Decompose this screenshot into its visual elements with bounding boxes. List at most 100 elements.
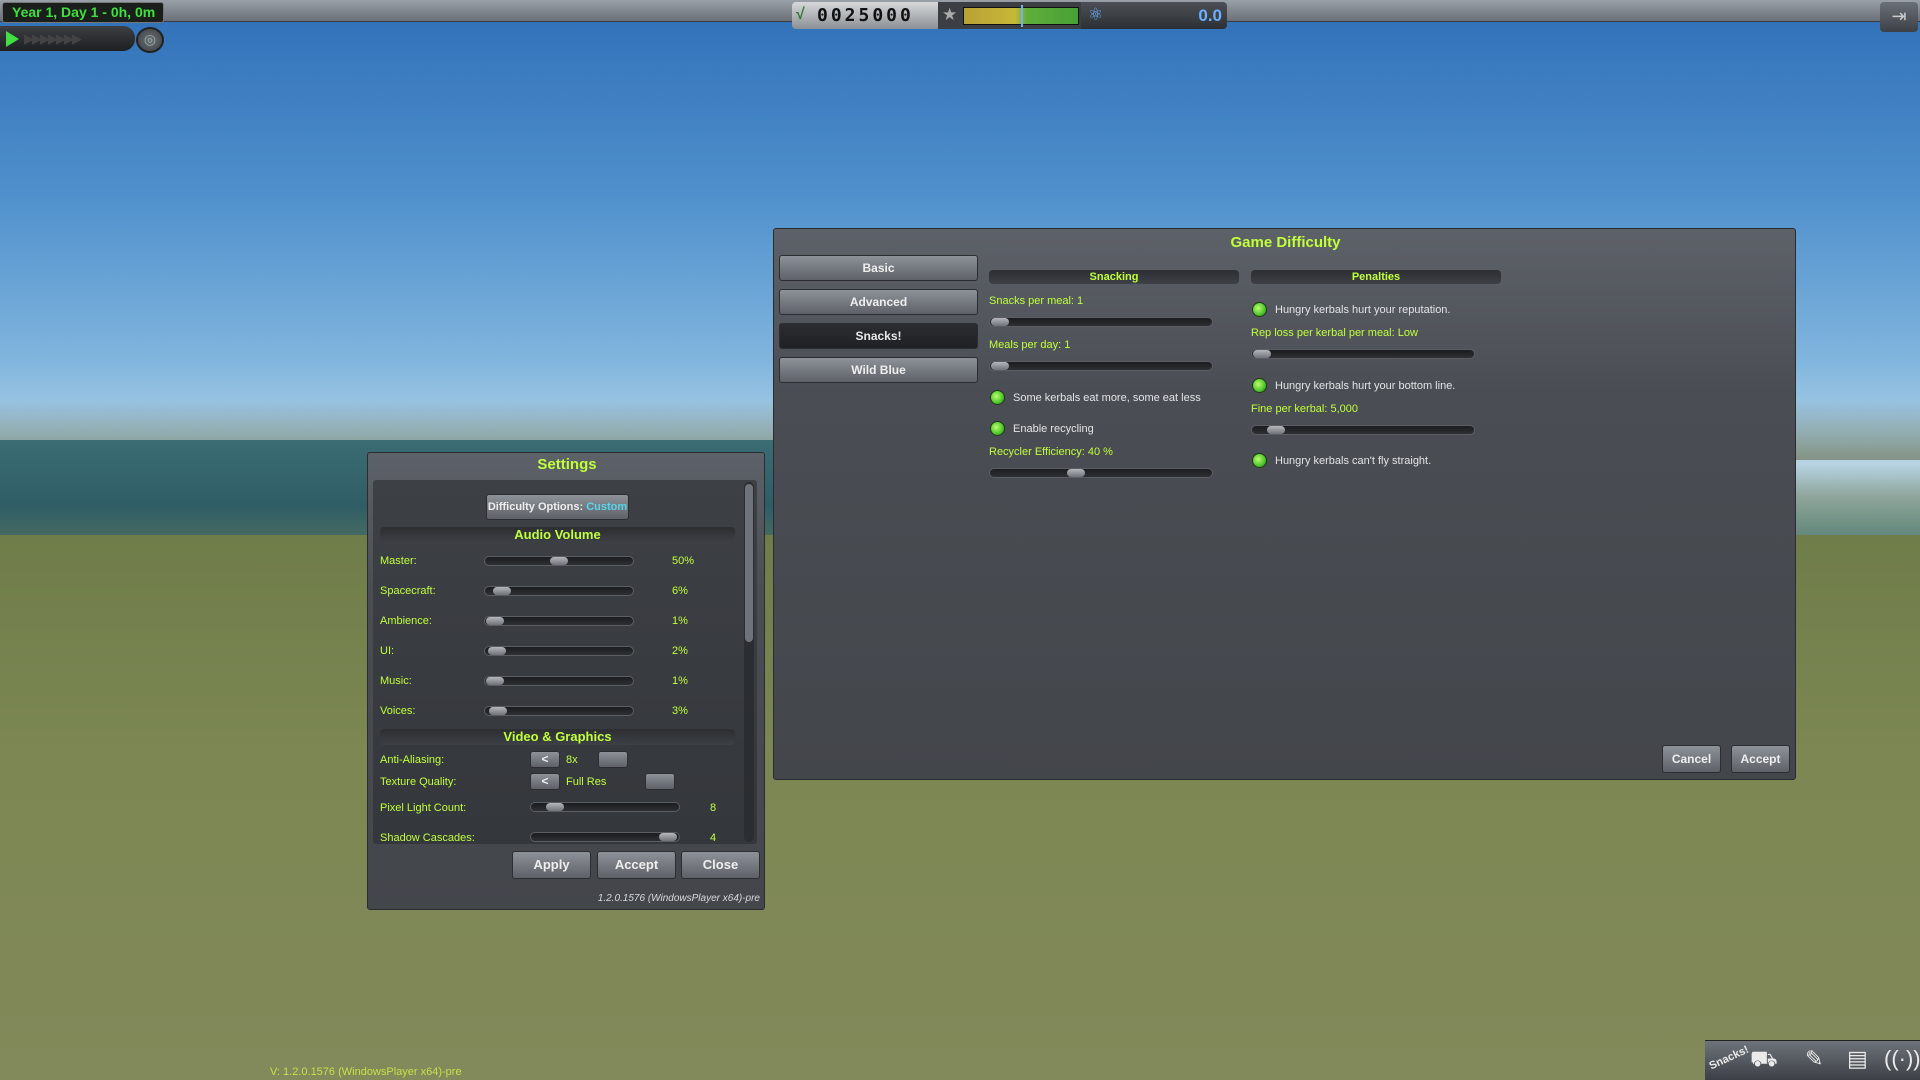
science-icon: ⚛ <box>1088 5 1104 24</box>
penalties-header: Penalties <box>1251 270 1501 284</box>
pixel-light-count-value: 8 <box>710 802 717 814</box>
slider-thumb[interactable] <box>550 557 568 565</box>
slider-thumb[interactable] <box>546 803 564 811</box>
settings-scrollbar[interactable] <box>744 482 754 842</box>
pixel-light-count-slider[interactable] <box>530 802 680 812</box>
eat-more-toggle[interactable] <box>990 390 1005 405</box>
anti-aliasing-label: Anti-Aliasing: <box>380 754 445 766</box>
settings-accept-button[interactable]: Accept <box>597 851 676 879</box>
apply-button[interactable]: Apply <box>512 851 591 879</box>
version-text: V: 1.2.0.1576 (WindowsPlayer x64)-pre <box>270 1066 462 1078</box>
warp-knob-icon[interactable]: ◎ <box>136 27 164 53</box>
tab-wild-blue[interactable]: Wild Blue <box>779 357 978 383</box>
clipboard-icon[interactable]: ▤ <box>1847 1046 1868 1072</box>
date-display: Year 1, Day 1 - 0h, 0m <box>2 2 164 23</box>
antenna-icon[interactable]: ((·)) <box>1884 1046 1920 1072</box>
audio-label: Spacecraft: <box>380 585 436 597</box>
hurt-reputation-label: Hungry kerbals hurt your reputation. <box>1275 304 1451 316</box>
fine-per-kerbal-label: Fine per kerbal: 5,000 <box>1251 403 1359 415</box>
texture-quality-label: Texture Quality: <box>380 776 457 788</box>
build-version: 1.2.0.1576 (WindowsPlayer x64)-pre <box>597 893 760 904</box>
game-difficulty-title: Game Difficulty <box>1230 234 1341 251</box>
close-button[interactable]: Close <box>681 851 760 879</box>
audio-value: 3% <box>672 705 688 717</box>
scrollbar-thumb[interactable] <box>745 484 753 642</box>
recycler-efficiency-slider[interactable] <box>989 468 1213 478</box>
eat-more-label: Some kerbals eat more, some eat less <box>1013 392 1201 404</box>
rep-loss-slider[interactable] <box>1251 349 1475 359</box>
texture-quality-prev-button[interactable]: < <box>530 773 560 790</box>
texture-quality-value: Full Res <box>566 776 607 788</box>
slider-thumb[interactable] <box>486 617 504 625</box>
audio-slider[interactable] <box>484 646 634 656</box>
shadow-cascades-slider[interactable] <box>530 832 680 842</box>
audio-label: UI: <box>380 645 395 657</box>
audio-value: 50% <box>672 555 695 567</box>
enable-recycling-toggle[interactable] <box>990 421 1005 436</box>
audio-value: 6% <box>672 585 688 597</box>
funds-icon: √ <box>796 6 805 23</box>
play-icon[interactable] <box>6 31 19 47</box>
audio-volume-header: Audio Volume <box>380 527 735 543</box>
slider-thumb[interactable] <box>486 677 504 685</box>
fine-per-kerbal-slider[interactable] <box>1251 425 1475 435</box>
slider-thumb[interactable] <box>991 362 1009 370</box>
slider-thumb[interactable] <box>489 707 507 715</box>
slider-thumb[interactable] <box>991 318 1009 326</box>
snacks-per-meal-slider[interactable] <box>989 317 1213 327</box>
enable-recycling-label: Enable recycling <box>1013 423 1094 435</box>
star-icon: ★ <box>942 5 958 24</box>
difficulty-options-label: Difficulty Options: <box>487 501 584 513</box>
audio-label: Music: <box>380 675 412 687</box>
audio-slider[interactable] <box>484 706 634 716</box>
hurt-reputation-toggle[interactable] <box>1252 302 1267 317</box>
slider-thumb[interactable] <box>659 833 677 841</box>
audio-value: 2% <box>672 645 688 657</box>
audio-slider[interactable] <box>484 616 634 626</box>
audio-value: 1% <box>672 615 688 627</box>
meals-per-day-slider[interactable] <box>989 361 1213 371</box>
snacking-header: Snacking <box>989 270 1239 284</box>
hurt-bottom-line-label: Hungry kerbals hurt your bottom line. <box>1275 380 1456 392</box>
tab-advanced[interactable]: Advanced <box>779 289 978 315</box>
audio-value: 1% <box>672 675 688 687</box>
exit-icon[interactable]: ⇥ <box>1880 2 1918 32</box>
hurt-bottom-line-toggle[interactable] <box>1252 378 1267 393</box>
anti-aliasing-value: 8x <box>566 754 578 766</box>
shadow-cascades-label: Shadow Cascades: <box>380 832 475 844</box>
cant-fly-label: Hungry kerbals can't fly straight. <box>1275 455 1432 467</box>
audio-label: Ambience: <box>380 615 432 627</box>
funds-value: 0025000 <box>817 5 914 26</box>
pencil-icon[interactable]: ✎ <box>1805 1046 1823 1072</box>
cant-fly-toggle[interactable] <box>1252 453 1267 468</box>
snacks-per-meal-label: Snacks per meal: 1 <box>989 295 1084 307</box>
recycler-efficiency-label: Recycler Efficiency: 40 % <box>989 446 1113 458</box>
difficulty-options-button[interactable]: Difficulty Options: Custom <box>486 494 629 520</box>
video-graphics-header: Video & Graphics <box>380 729 735 745</box>
tab-snacks[interactable]: Snacks! <box>779 323 978 349</box>
rep-loss-label: Rep loss per kerbal per meal: Low <box>1251 327 1418 339</box>
anti-aliasing-next-button[interactable] <box>598 751 628 768</box>
difficulty-options-value: Custom <box>586 501 628 513</box>
cancel-button[interactable]: Cancel <box>1662 745 1721 773</box>
anti-aliasing-prev-button[interactable]: < <box>530 751 560 768</box>
settings-title: Settings <box>537 456 597 473</box>
tab-basic[interactable]: Basic <box>779 255 978 281</box>
audio-slider[interactable] <box>484 556 634 566</box>
slider-thumb[interactable] <box>488 647 506 655</box>
difficulty-accept-button[interactable]: Accept <box>1731 745 1790 773</box>
warp-arrows-icon[interactable]: ▶▶▶▶▶▶▶ <box>24 31 82 47</box>
shadow-cascades-value: 4 <box>710 832 717 844</box>
reputation-marker <box>1021 5 1023 27</box>
audio-label: Master: <box>380 555 417 567</box>
pixel-light-count-label: Pixel Light Count: <box>380 802 467 814</box>
audio-slider[interactable] <box>484 586 634 596</box>
audio-slider[interactable] <box>484 676 634 686</box>
rover-icon[interactable]: ⛟ <box>1750 1046 1778 1075</box>
slider-thumb[interactable] <box>1067 469 1085 477</box>
science-value: 0.0 <box>1198 6 1222 25</box>
slider-thumb[interactable] <box>493 587 511 595</box>
slider-thumb[interactable] <box>1267 426 1285 434</box>
texture-quality-next-button[interactable] <box>645 773 675 790</box>
slider-thumb[interactable] <box>1253 350 1271 358</box>
